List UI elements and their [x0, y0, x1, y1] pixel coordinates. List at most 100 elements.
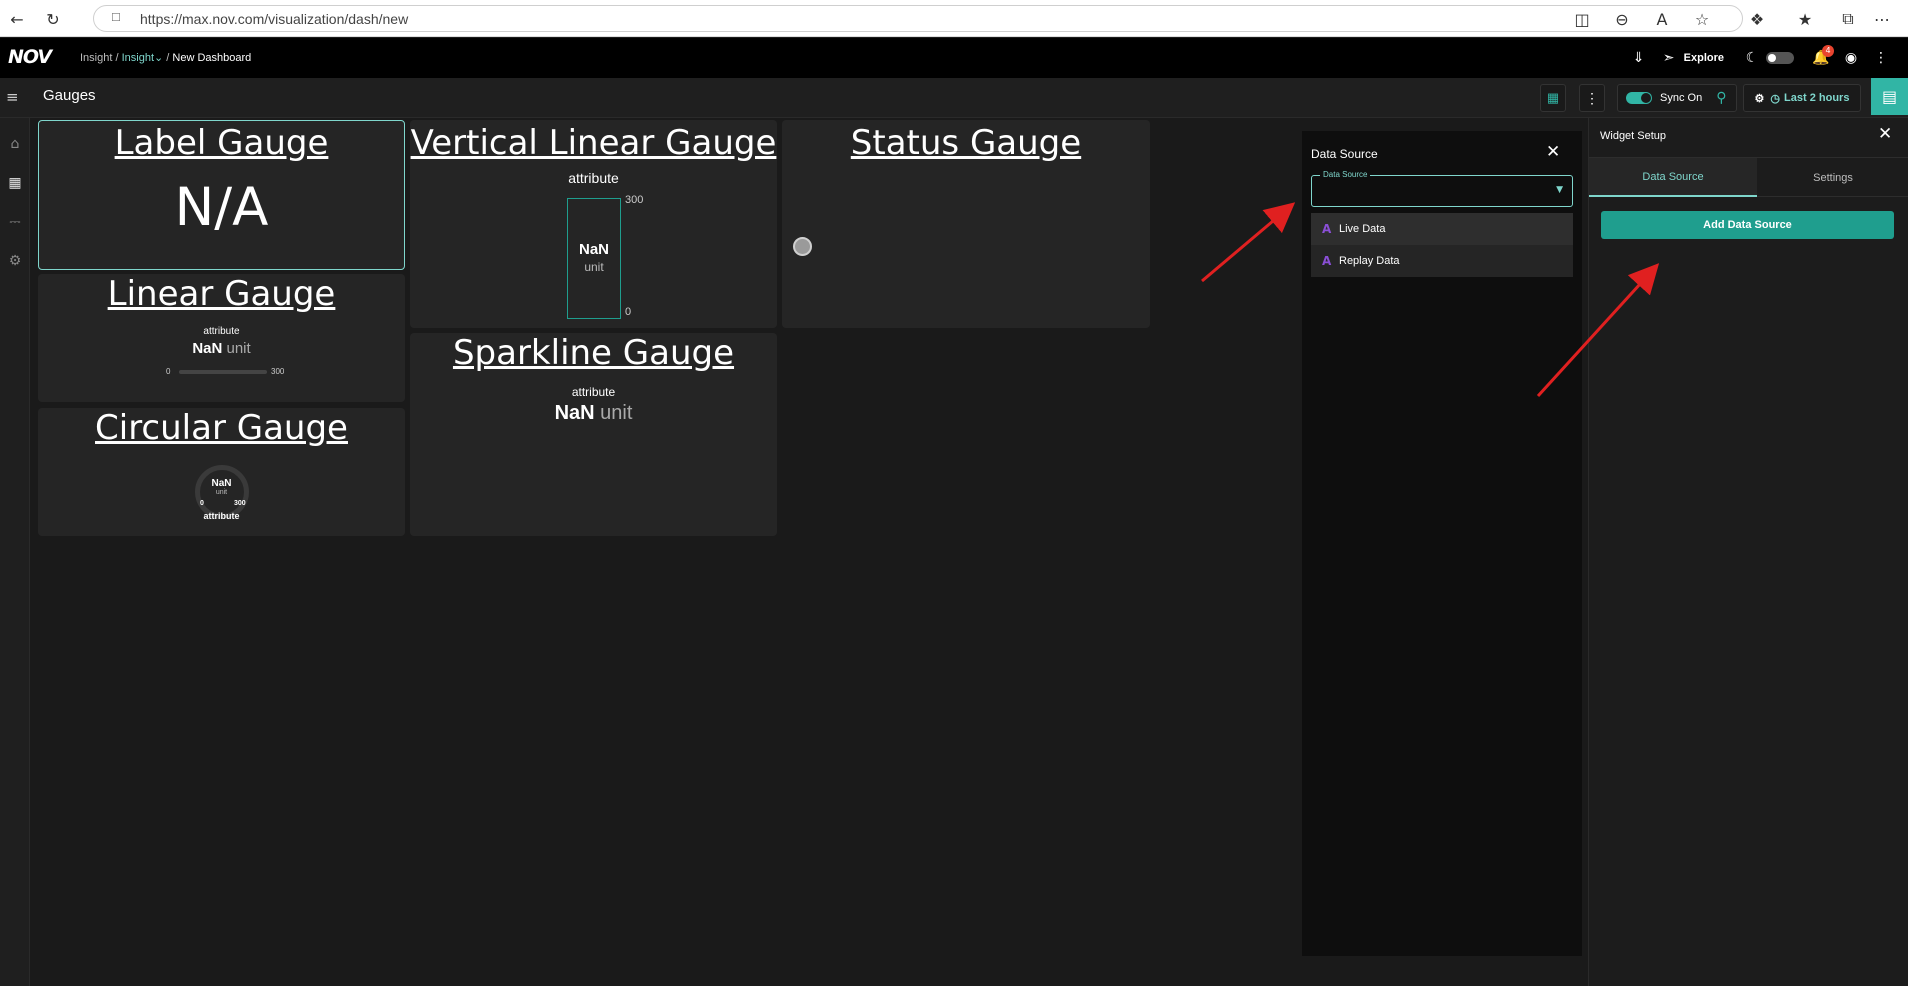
favorite-star-icon[interactable]: ☆: [1690, 7, 1714, 31]
attribute-label: attribute: [203, 511, 240, 521]
theme-toggle[interactable]: [1766, 52, 1794, 64]
gauge-value: NaN: [554, 402, 595, 424]
data-source-select[interactable]: Data Source ▼: [1311, 170, 1573, 207]
label-gauge-widget[interactable]: Label Gauge N/A: [38, 120, 405, 270]
gauge-value: NaN: [211, 478, 232, 489]
breadcrumb-insight-dropdown[interactable]: Insight: [122, 52, 154, 64]
add-widget-button[interactable]: ▤: [1871, 78, 1908, 115]
option-live-data[interactable]: A Live Data: [1311, 213, 1573, 245]
chevron-down-icon[interactable]: ▼: [1556, 185, 1563, 195]
more-options-button[interactable]: ⋮: [1579, 84, 1605, 112]
save-icon: ▦: [1546, 90, 1560, 105]
favorites-icon[interactable]: ★: [1793, 7, 1817, 31]
widget-title: Label Gauge: [114, 123, 329, 163]
chevron-down-icon[interactable]: ⌄: [154, 52, 163, 64]
header-actions: ⇓ ➣ Explore ☾ 🔔 4 ◉ ⋮: [1624, 38, 1908, 78]
refresh-icon[interactable]: ↻: [41, 7, 65, 31]
vertical-gauge-bar: NaN unit: [567, 198, 621, 319]
browser-toolbar: ← ↻ □ https://max.nov.com/visualization/…: [0, 0, 1908, 37]
breadcrumb-insight[interactable]: Insight: [80, 52, 112, 64]
tab-data-source[interactable]: Data Source: [1589, 158, 1757, 197]
gauge-min: 0: [200, 500, 204, 507]
page-title: Gauges: [43, 87, 96, 104]
linear-gauge-track: [179, 370, 267, 374]
gauge-value: NaN: [578, 241, 609, 258]
attribute-label: attribute: [203, 326, 240, 337]
dashboard-canvas: Label Gauge N/A Vertical Linear Gauge at…: [31, 118, 1303, 986]
widget-title: Status Gauge: [850, 123, 1082, 163]
theme-moon-icon: ☾: [1745, 50, 1759, 66]
option-label: Live Data: [1339, 223, 1386, 235]
data-source-panel: Data Source ✕ Data Source ▼ A Live Data …: [1302, 131, 1582, 956]
split-screen-icon[interactable]: ◫: [1570, 7, 1594, 31]
search-icon[interactable]: ⚲: [1716, 90, 1726, 106]
collections-icon[interactable]: ⧉: [1836, 7, 1860, 31]
clock-icon: ◷: [1770, 92, 1781, 105]
sync-toggle[interactable]: [1626, 92, 1652, 104]
widget-setup-panel: Widget Setup ✕ Data Source Settings Add …: [1588, 118, 1908, 986]
kebab-icon: ⋮: [1585, 89, 1599, 106]
sync-label: Sync On: [1660, 92, 1703, 104]
gauge-max: 300: [625, 194, 644, 206]
add-chart-icon: ▤: [1881, 87, 1898, 106]
bell-icon[interactable]: ⎓: [4, 211, 26, 233]
save-button[interactable]: ▦: [1540, 84, 1566, 112]
more-icon[interactable]: ⋯: [1870, 7, 1894, 31]
gauge-min: 0: [625, 306, 632, 318]
widget-title: Circular Gauge: [95, 408, 348, 448]
gauge-unit: unit: [215, 489, 228, 496]
attribute-label: attribute: [568, 170, 619, 186]
menu-collapse-icon[interactable]: ≡: [6, 88, 19, 106]
time-range-button[interactable]: ⚙ ◷ Last 2 hours: [1743, 84, 1861, 112]
headset-icon[interactable]: ◉: [1836, 38, 1866, 78]
gauge-unit: unit: [584, 260, 604, 274]
data-source-icon: A: [1322, 254, 1332, 268]
breadcrumb-current: New Dashboard: [172, 52, 252, 64]
read-aloud-icon[interactable]: A: [1650, 7, 1674, 31]
extensions-icon[interactable]: ❖: [1745, 7, 1769, 31]
gauge-reading: NaN unit: [410, 402, 777, 425]
left-sidebar: ⌂ ▦ ⎓ ⚙: [0, 118, 30, 986]
bell-icon[interactable]: 🔔 4: [1806, 38, 1836, 78]
tab-settings[interactable]: Settings: [1757, 158, 1908, 197]
gauge-value: NaN: [192, 340, 223, 357]
tab-bar: Data Source Settings: [1589, 157, 1908, 197]
gauge-max: 300: [234, 500, 246, 507]
compass-icon[interactable]: ➣: [1654, 38, 1684, 78]
panel-title: Data Source: [1311, 147, 1378, 161]
nov-logo[interactable]: NOV: [8, 46, 52, 68]
close-icon[interactable]: ✕: [1878, 124, 1892, 144]
explore-link[interactable]: Explore: [1684, 52, 1724, 64]
gear-icon: ⚙: [1754, 92, 1765, 105]
label-gauge-value: N/A: [174, 177, 269, 238]
close-icon[interactable]: ✕: [1546, 142, 1560, 162]
vertical-linear-gauge-widget[interactable]: Vertical Linear Gauge attribute NaN unit…: [410, 120, 777, 328]
kebab-icon[interactable]: ⋮: [1866, 38, 1896, 78]
widget-title: Vertical Linear Gauge: [410, 123, 777, 163]
circular-gauge-widget[interactable]: Circular Gauge NaN unit 0 300 attribute: [38, 408, 405, 536]
sync-toggle-button[interactable]: Sync On ⚲: [1617, 84, 1737, 112]
gauge-unit: unit: [600, 402, 633, 424]
linear-gauge-widget[interactable]: Linear Gauge attribute NaN unit 0 300: [38, 274, 405, 402]
gauge-min: 0: [166, 367, 171, 376]
panel-title: Widget Setup: [1600, 130, 1667, 142]
back-icon[interactable]: ←: [5, 7, 29, 31]
dashboard-icon[interactable]: ▦: [4, 172, 26, 194]
add-data-source-button[interactable]: Add Data Source: [1601, 211, 1894, 239]
gear-icon[interactable]: ⚙: [4, 250, 26, 272]
widget-title: Sparkline Gauge: [452, 333, 735, 373]
time-range-label: Last 2 hours: [1784, 92, 1850, 104]
address-bar[interactable]: □ https://max.nov.com/visualization/dash…: [93, 5, 1743, 32]
zoom-icon[interactable]: ⊖: [1610, 7, 1634, 31]
notification-badge: 4: [1822, 45, 1834, 57]
option-replay-data[interactable]: A Replay Data: [1311, 245, 1573, 277]
option-label: Replay Data: [1339, 255, 1400, 267]
lock-icon: □: [112, 9, 120, 24]
download-icon[interactable]: ⇓: [1624, 38, 1654, 78]
data-source-icon: A: [1322, 222, 1332, 236]
sparkline-gauge-widget[interactable]: Sparkline Gauge attribute NaN unit: [410, 333, 777, 536]
gauge-unit: unit: [226, 340, 251, 357]
status-gauge-widget[interactable]: Status Gauge: [782, 120, 1150, 328]
app-header: NOV Insight / Insight⌄ / New Dashboard ⇓…: [0, 38, 1908, 78]
home-icon[interactable]: ⌂: [4, 133, 26, 155]
